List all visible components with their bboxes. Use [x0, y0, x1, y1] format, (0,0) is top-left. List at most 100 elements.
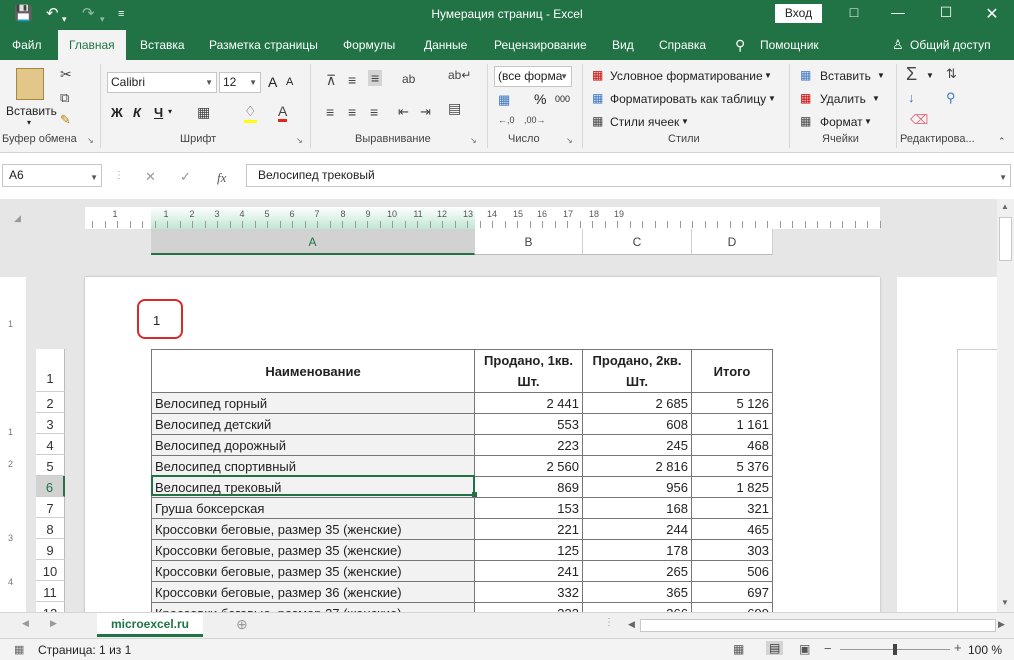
format-painter-icon[interactable]: ✎ [60, 112, 71, 128]
value-cell[interactable]: 608 [582, 413, 692, 435]
fill-icon[interactable]: ↓ [908, 90, 915, 105]
format-cells-button[interactable]: Формат [820, 115, 863, 129]
row-header[interactable]: 2 [36, 392, 65, 413]
row-header[interactable]: 6 [36, 476, 65, 497]
tab-file[interactable]: Файл [12, 30, 42, 60]
tab-review[interactable]: Рецензирование [494, 30, 587, 60]
number-format-select[interactable]: (все форма ▼ [494, 66, 572, 87]
value-cell[interactable]: 465 [691, 518, 773, 540]
column-header-cell[interactable]: Наименование [151, 349, 475, 393]
underline-button[interactable]: Ч [154, 105, 163, 120]
select-all-icon[interactable]: ◢ [14, 213, 21, 224]
value-cell[interactable]: 223 [474, 434, 583, 456]
clipboard-launcher-icon[interactable]: ↘ [87, 136, 94, 145]
value-cell[interactable]: 244 [582, 518, 692, 540]
row-header[interactable]: 1 [36, 349, 65, 392]
orientation-icon[interactable]: ab [402, 72, 415, 86]
column-header-b[interactable]: B [475, 229, 583, 255]
tab-home[interactable]: Главная [58, 30, 126, 60]
align-middle-icon[interactable]: ≡ [348, 72, 356, 88]
formula-input[interactable]: Велосипед трековый ▼ [246, 164, 1011, 187]
sheet-tab[interactable]: microexcel.ru [97, 613, 203, 637]
value-cell[interactable]: 699 [691, 602, 773, 612]
insert-cells-button[interactable]: Вставить [820, 69, 871, 83]
decrease-decimal-icon[interactable]: ,00→ [524, 115, 546, 125]
minimize-icon[interactable]: — [878, 4, 918, 20]
name-cell[interactable]: Кроссовки беговые, размер 37 (женские) [151, 602, 475, 612]
increase-indent-icon[interactable]: ⇥ [420, 104, 431, 120]
value-cell[interactable]: 2 816 [582, 455, 692, 477]
zoom-in-icon[interactable]: + [954, 640, 962, 655]
normal-view-icon[interactable]: ▦ [733, 642, 744, 656]
column-header-cell[interactable]: Продано, 2кв. Шт. [582, 349, 692, 393]
align-left-icon[interactable]: ≡ [326, 104, 334, 120]
column-header-a[interactable]: A [151, 229, 475, 255]
vertical-scroll-thumb[interactable] [999, 217, 1012, 261]
align-center-icon[interactable]: ≡ [348, 104, 356, 120]
column-header-d[interactable]: D [692, 229, 773, 255]
row-header[interactable]: 8 [36, 518, 65, 539]
login-button[interactable]: Вход [775, 4, 822, 23]
value-cell[interactable]: 553 [474, 413, 583, 435]
row-header[interactable]: 7 [36, 497, 65, 518]
clear-icon[interactable]: ⌫ [910, 112, 928, 128]
scroll-left-icon[interactable]: ◀ [628, 619, 635, 630]
prev-sheet-icon[interactable]: ◀ [22, 618, 29, 629]
name-cell[interactable]: Кроссовки беговые, размер 35 (женские) [151, 518, 475, 540]
copy-icon[interactable]: ⧉ [60, 90, 69, 106]
paste-icon[interactable] [16, 68, 44, 100]
row-header[interactable]: 12 [36, 602, 65, 612]
sort-filter-icon[interactable]: ⇅ [946, 66, 957, 82]
fill-handle[interactable] [472, 492, 477, 497]
grow-font-button[interactable]: A [268, 74, 277, 90]
name-cell[interactable]: Кроссовки беговые, размер 35 (женские) [151, 560, 475, 582]
value-cell[interactable]: 956 [582, 476, 692, 498]
row-header[interactable]: 11 [36, 581, 65, 602]
value-cell[interactable]: 332 [474, 581, 583, 603]
value-cell[interactable]: 125 [474, 539, 583, 561]
fill-color-icon[interactable]: ♢ [244, 103, 257, 123]
delete-cells-button[interactable]: Удалить [820, 92, 866, 106]
share-button[interactable]: Общий доступ [910, 30, 991, 60]
value-cell[interactable]: 365 [582, 581, 692, 603]
tab-view[interactable]: Вид [612, 30, 634, 60]
shrink-font-button[interactable]: A [286, 76, 293, 88]
selected-cell[interactable] [151, 475, 475, 496]
value-cell[interactable]: 366 [582, 602, 692, 612]
name-cell[interactable]: Кроссовки беговые, размер 36 (женские) [151, 581, 475, 603]
close-icon[interactable]: ✕ [972, 4, 1012, 24]
font-launcher-icon[interactable]: ↘ [296, 136, 303, 145]
merge-center-icon[interactable]: ▤ [448, 100, 461, 117]
horizontal-scroll-thumb[interactable] [640, 619, 996, 632]
name-box[interactable]: A6 ▼ [2, 164, 102, 187]
conditional-format-button[interactable]: Условное форматирование [610, 69, 763, 83]
scroll-right-icon[interactable]: ▶ [998, 619, 1005, 630]
more-options-icon[interactable]: ⋮ [114, 170, 124, 181]
cut-icon[interactable]: ✂ [60, 66, 72, 83]
value-cell[interactable]: 168 [582, 497, 692, 519]
increase-decimal-icon[interactable]: ←,0 [498, 115, 515, 125]
name-cell[interactable]: Велосипед горный [151, 392, 475, 414]
macro-record-icon[interactable]: ▦ [14, 643, 24, 656]
name-cell[interactable]: Велосипед дорожный [151, 434, 475, 456]
value-cell[interactable]: 506 [691, 560, 773, 582]
value-cell[interactable]: 1 161 [691, 413, 773, 435]
vertical-scrollbar[interactable]: ▲ ▼ [997, 199, 1014, 612]
value-cell[interactable]: 303 [691, 539, 773, 561]
insert-function-button[interactable]: fx [217, 170, 226, 186]
autosum-icon[interactable]: Σ [906, 64, 917, 85]
font-size-select[interactable]: 12 ▼ [219, 72, 261, 93]
value-cell[interactable]: 2 560 [474, 455, 583, 477]
value-cell[interactable]: 221 [474, 518, 583, 540]
wrap-text-icon[interactable]: ab↵ [448, 68, 471, 82]
accounting-format-icon[interactable]: ▦ [498, 92, 510, 108]
font-color-icon[interactable]: A [278, 103, 288, 122]
value-cell[interactable]: 697 [691, 581, 773, 603]
value-cell[interactable]: 265 [582, 560, 692, 582]
value-cell[interactable]: 241 [474, 560, 583, 582]
scroll-up-icon[interactable]: ▲ [1001, 202, 1009, 211]
name-cell[interactable]: Кроссовки беговые, размер 35 (женские) [151, 539, 475, 561]
tab-insert[interactable]: Вставка [140, 30, 185, 60]
italic-button[interactable]: К [133, 105, 141, 120]
page-break-view-icon[interactable]: ▣ [799, 642, 810, 656]
